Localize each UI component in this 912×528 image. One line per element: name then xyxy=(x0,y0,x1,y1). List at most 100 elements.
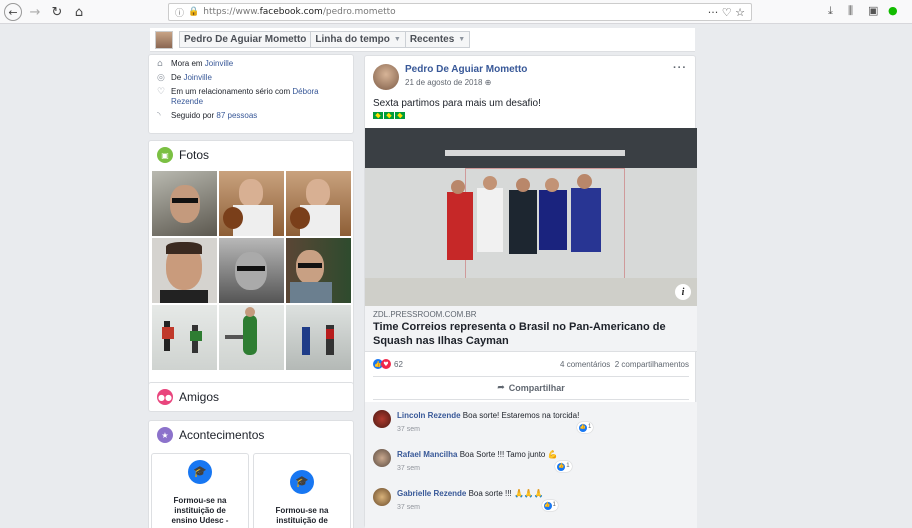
forward-arrow-icon[interactable]: → xyxy=(26,3,44,21)
shares-count[interactable]: 2 compartilhamentos xyxy=(615,360,689,369)
like-reaction-icon: 👍 xyxy=(557,462,566,471)
event-line: ensino Udesc - xyxy=(171,516,229,525)
comment-item: Gabrielle Rezende Boa sorte !!! 🙏🙏🙏 👍 1 3… xyxy=(373,488,558,511)
love-reaction-icon: ♥ xyxy=(381,359,391,369)
post-author-link[interactable]: Pedro De Aguiar Mometto xyxy=(405,64,527,75)
photo-thumbnail[interactable] xyxy=(286,238,351,303)
comments-section: Lincoln Rezende Boa sorte! Estaremos na … xyxy=(365,402,697,528)
lives-city-link[interactable]: Joinville xyxy=(205,59,233,68)
page-actions-menu-icon[interactable]: ··· xyxy=(708,6,719,19)
globe-icon: ⊕ xyxy=(484,78,492,87)
sidebar-icon[interactable]: ▣ xyxy=(868,4,878,17)
photo-thumbnail[interactable] xyxy=(152,238,217,303)
photo-thumbnail[interactable] xyxy=(152,171,217,236)
commenter-avatar[interactable] xyxy=(373,410,391,428)
address-bar[interactable]: ⓘ 🔒 https://www. facebook.com/pedro.momet… xyxy=(168,3,752,21)
reload-icon[interactable]: ↻ xyxy=(48,3,66,21)
photos-icon: ▣ xyxy=(157,147,173,163)
comment-time[interactable]: 37 sem xyxy=(397,426,579,433)
comment-author[interactable]: Rafael Mancilha xyxy=(397,450,457,459)
photos-card: ▣ Fotos xyxy=(148,140,354,402)
lives-prefix: Mora em xyxy=(171,59,205,68)
comment-item: Rafael Mancilha Boa Sorte !!! Tamo junto… xyxy=(373,449,572,472)
share-label: Compartilhar xyxy=(508,383,565,393)
recent-label: Recentes xyxy=(409,34,455,45)
post-date: 21 de agosto de 2018 xyxy=(405,78,483,87)
friends-title: Amigos xyxy=(179,390,220,404)
link-preview-meta[interactable]: ZDL.PRESSROOM.COM.BR Time Correios repre… xyxy=(365,306,697,352)
comment-author[interactable]: Lincoln Rezende xyxy=(397,411,461,420)
commenter-avatar[interactable] xyxy=(373,488,391,506)
comments-count[interactable]: 4 comentários xyxy=(560,360,610,369)
comment-author[interactable]: Gabrielle Rezende xyxy=(397,489,466,498)
home-icon[interactable]: ⌂ xyxy=(70,3,88,21)
photo-thumbnail[interactable] xyxy=(286,305,351,370)
house-icon: ⌂ xyxy=(157,59,163,69)
chevron-down-icon: ▼ xyxy=(458,36,466,43)
photo-thumbnail[interactable] xyxy=(286,171,351,236)
like-reaction-icon: 👍 xyxy=(578,423,587,432)
photos-header[interactable]: ▣ Fotos xyxy=(149,141,353,169)
comment-bubble: Gabrielle Rezende Boa sorte !!! 🙏🙏🙏 👍 1 xyxy=(397,488,558,511)
photo-thumbnail[interactable] xyxy=(219,171,284,236)
comment-like-badge[interactable]: 👍 1 xyxy=(576,422,594,433)
comment-time[interactable]: 37 sem xyxy=(397,465,558,472)
relationship-row: ♡ Em um relacionamento sério com Débora … xyxy=(157,87,345,107)
brazil-flag-icon xyxy=(395,112,405,119)
url-prefix: https://www. xyxy=(203,7,260,17)
friends-icon: ●● xyxy=(157,389,173,405)
page-content: Pedro De Aguiar Mometto Linha do tempo ▼ … xyxy=(0,24,912,528)
profile-name-button[interactable]: Pedro De Aguiar Mometto xyxy=(179,31,312,48)
library-icon[interactable]: ⫼ xyxy=(848,4,853,18)
life-events-header[interactable]: ★ Acontecimentos xyxy=(149,421,353,449)
brazil-flag-icon xyxy=(373,112,383,119)
info-icon[interactable]: i xyxy=(675,284,691,300)
photo-thumbnail[interactable] xyxy=(219,238,284,303)
event-line: instituição de xyxy=(276,516,328,525)
event-line: Formou-se na xyxy=(275,506,329,515)
event-line: Formou-se na xyxy=(173,496,227,505)
like-reaction-icon: 👍 xyxy=(543,501,552,510)
reactions-count[interactable]: 62 xyxy=(394,360,403,369)
friends-card: ●● Amigos xyxy=(148,382,354,412)
extension-icon[interactable]: ● xyxy=(888,4,898,17)
post-options-icon[interactable]: ··· xyxy=(673,62,687,74)
photo-thumbnail[interactable] xyxy=(219,305,284,370)
lock-icon: 🔒 xyxy=(188,7,200,17)
link-title[interactable]: Time Correios representa o Brasil no Pan… xyxy=(373,320,689,348)
timeline-dropdown[interactable]: Linha do tempo ▼ xyxy=(310,31,406,48)
comment-like-badge[interactable]: 👍 1 xyxy=(555,461,572,472)
post-timestamp[interactable]: 21 de agosto de 2018 ⊕ xyxy=(405,78,527,87)
followers-prefix: Seguido por xyxy=(171,111,217,120)
recent-dropdown[interactable]: Recentes ▼ xyxy=(404,31,471,48)
life-event-tile[interactable]: 🎓 Formou-se na instituição de ensino Ude… xyxy=(151,453,249,528)
profile-avatar[interactable] xyxy=(155,30,173,49)
friends-header[interactable]: ●● Amigos xyxy=(149,383,353,411)
commenter-avatar[interactable] xyxy=(373,449,391,467)
share-button[interactable]: ➦ Compartilhar xyxy=(373,376,689,400)
link-preview-image[interactable]: i xyxy=(365,128,697,306)
timeline-nav-bar: Pedro De Aguiar Mometto Linha do tempo ▼ … xyxy=(150,28,695,52)
post-text: Sexta partimos para mais um desafio! xyxy=(373,98,541,109)
from-prefix: De xyxy=(171,73,184,82)
from-city-link[interactable]: Joinville xyxy=(183,73,211,82)
post-header: Pedro De Aguiar Mometto 21 de agosto de … xyxy=(373,64,527,90)
url-host: facebook.com xyxy=(259,7,323,17)
downloads-icon[interactable]: ⤓ xyxy=(828,4,833,18)
followers-link[interactable]: 87 pessoas xyxy=(216,111,257,120)
comment-time[interactable]: 37 sem xyxy=(397,504,544,511)
from-row: ◎ De Joinville xyxy=(157,73,345,83)
photo-thumbnail[interactable] xyxy=(152,305,217,370)
post-author-avatar[interactable] xyxy=(373,64,399,90)
life-event-tile[interactable]: 🎓 Formou-se na instituição de xyxy=(253,453,351,528)
life-events-title: Acontecimentos xyxy=(179,428,265,442)
back-arrow-icon[interactable]: ← xyxy=(4,3,22,21)
comment-like-badge[interactable]: 👍 1 xyxy=(541,500,558,511)
bookmark-star-icon[interactable]: ☆ xyxy=(735,6,745,19)
rss-icon: ◝ xyxy=(157,111,161,121)
info-icon[interactable]: ⓘ xyxy=(175,6,184,19)
page-actions: ··· ♡ ☆ xyxy=(708,6,745,19)
link-domain: ZDL.PRESSROOM.COM.BR xyxy=(373,310,477,319)
intro-card: ⌂ Mora em Joinville ◎ De Joinville ♡ Em … xyxy=(148,54,354,134)
pocket-icon[interactable]: ♡ xyxy=(722,6,732,19)
